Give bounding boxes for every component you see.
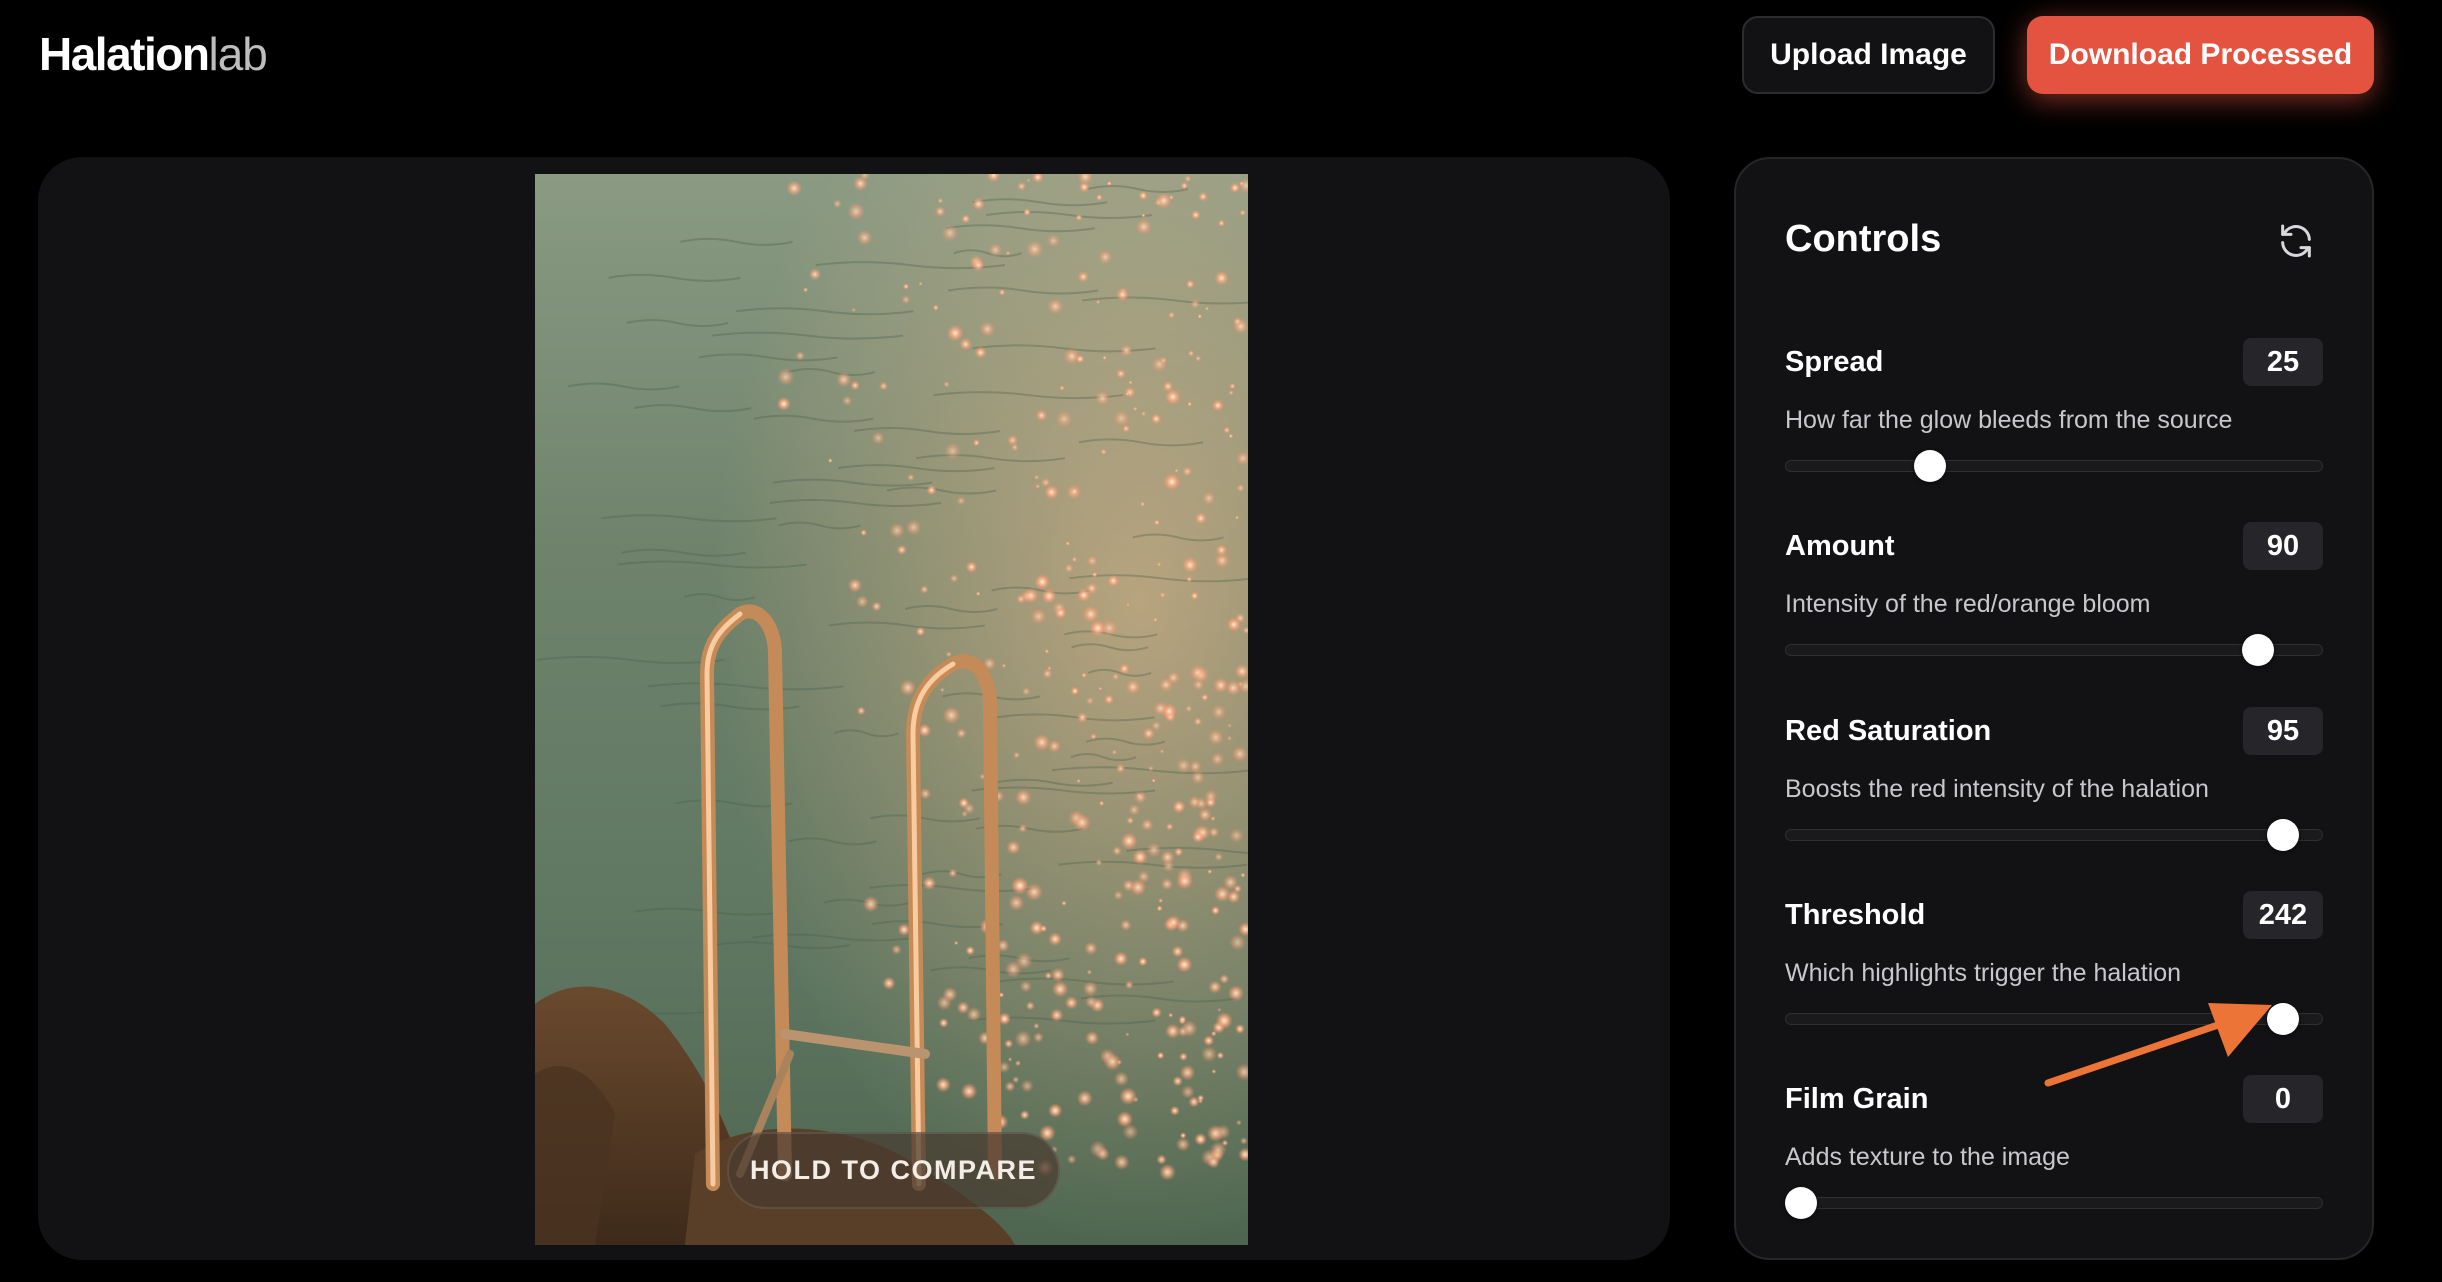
slider-track[interactable] (1785, 1013, 2323, 1025)
control-value[interactable]: 25 (2243, 338, 2323, 386)
app-logo: Halation lab (39, 26, 268, 82)
control-value[interactable]: 242 (2243, 891, 2323, 939)
control-description: How far the glow bleeds from the source (1785, 406, 2233, 434)
control-threshold: Threshold 242 Which highlights trigger t… (1785, 891, 2323, 1061)
slider-track[interactable] (1785, 1197, 2323, 1209)
control-value[interactable]: 0 (2243, 1075, 2323, 1123)
control-description: Intensity of the red/orange bloom (1785, 590, 2151, 618)
slider-thumb[interactable] (2242, 634, 2275, 666)
control-label: Film Grain (1785, 1083, 1929, 1115)
slider-track[interactable] (1785, 460, 2323, 472)
control-label: Amount (1785, 530, 1895, 562)
upload-image-button[interactable]: Upload Image (1742, 16, 1995, 94)
control-value[interactable]: 90 (2243, 522, 2323, 570)
logo-wordmark-bold: Halation (39, 28, 210, 80)
control-label: Threshold (1785, 899, 1926, 931)
slider-thumb[interactable] (2266, 819, 2299, 851)
control-film-grain: Film Grain 0 Adds texture to the image (1785, 1075, 2323, 1245)
control-description: Which highlights trigger the halation (1785, 959, 2182, 987)
slider-thumb[interactable] (1785, 1187, 1818, 1219)
control-red-saturation: Red Saturation 95 Boosts the red intensi… (1785, 707, 2323, 877)
controls-panel: Controls Spread 25 How far the glow blee… (1734, 157, 2374, 1260)
control-description: Adds texture to the image (1785, 1143, 2070, 1171)
slider-track[interactable] (1785, 829, 2323, 841)
processed-image[interactable]: HOLD TO COMPARE (535, 174, 1248, 1245)
processed-photo-graphic (535, 174, 1248, 1245)
slider-thumb[interactable] (2266, 1003, 2299, 1035)
slider-thumb[interactable] (1914, 450, 1947, 482)
image-preview-panel: HOLD TO COMPARE (38, 157, 1670, 1260)
control-value[interactable]: 95 (2243, 707, 2323, 755)
app-root: Halation lab Upload Image Download Proces… (0, 0, 2442, 1282)
control-description: Boosts the red intensity of the halation (1785, 775, 2209, 803)
control-amount: Amount 90 Intensity of the red/orange bl… (1785, 522, 2323, 692)
logo-wordmark-light: lab (208, 28, 267, 80)
control-label: Spread (1785, 346, 1884, 378)
controls-title: Controls (1785, 218, 1942, 260)
hold-to-compare-button[interactable]: HOLD TO COMPARE (727, 1132, 1060, 1209)
control-spread: Spread 25 How far the glow bleeds from t… (1785, 338, 2323, 508)
refresh-icon[interactable] (2274, 219, 2318, 263)
download-processed-button[interactable]: Download Processed (2027, 16, 2374, 94)
control-label: Red Saturation (1785, 715, 1992, 747)
